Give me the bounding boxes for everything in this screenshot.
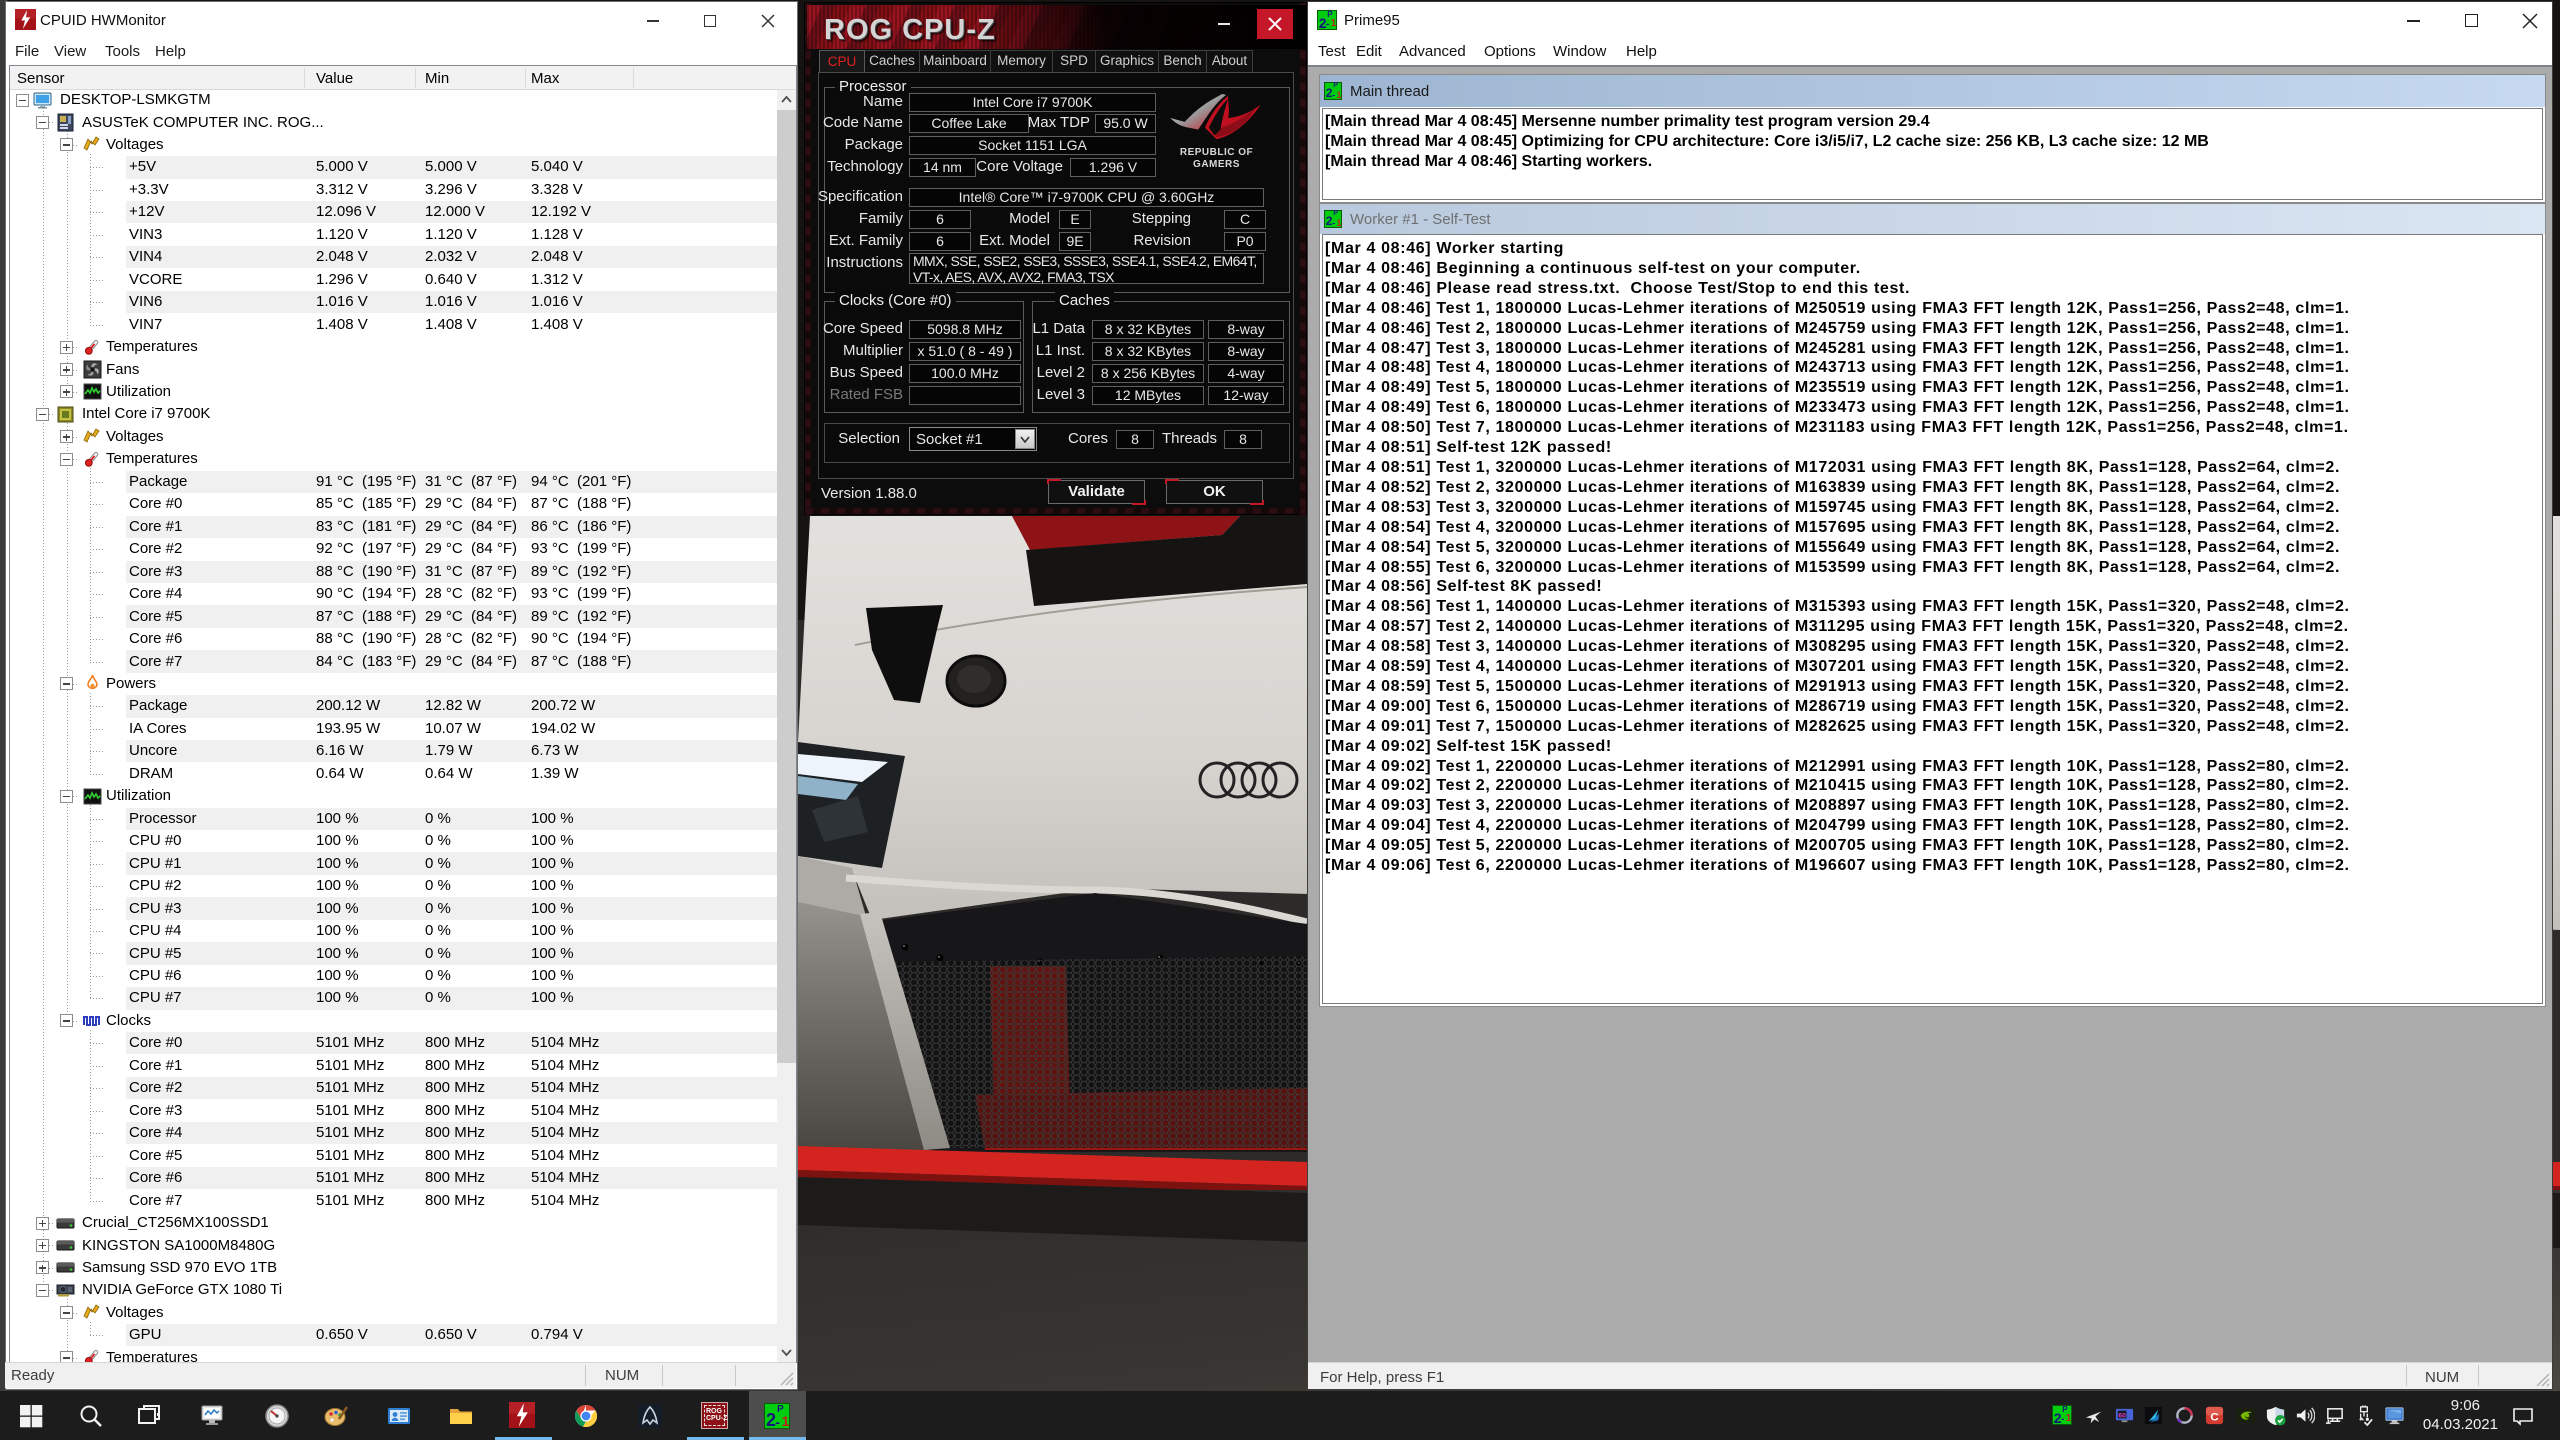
svg-text:C: C	[2210, 1411, 2218, 1423]
svg-text:60: 60	[2118, 1412, 2126, 1419]
